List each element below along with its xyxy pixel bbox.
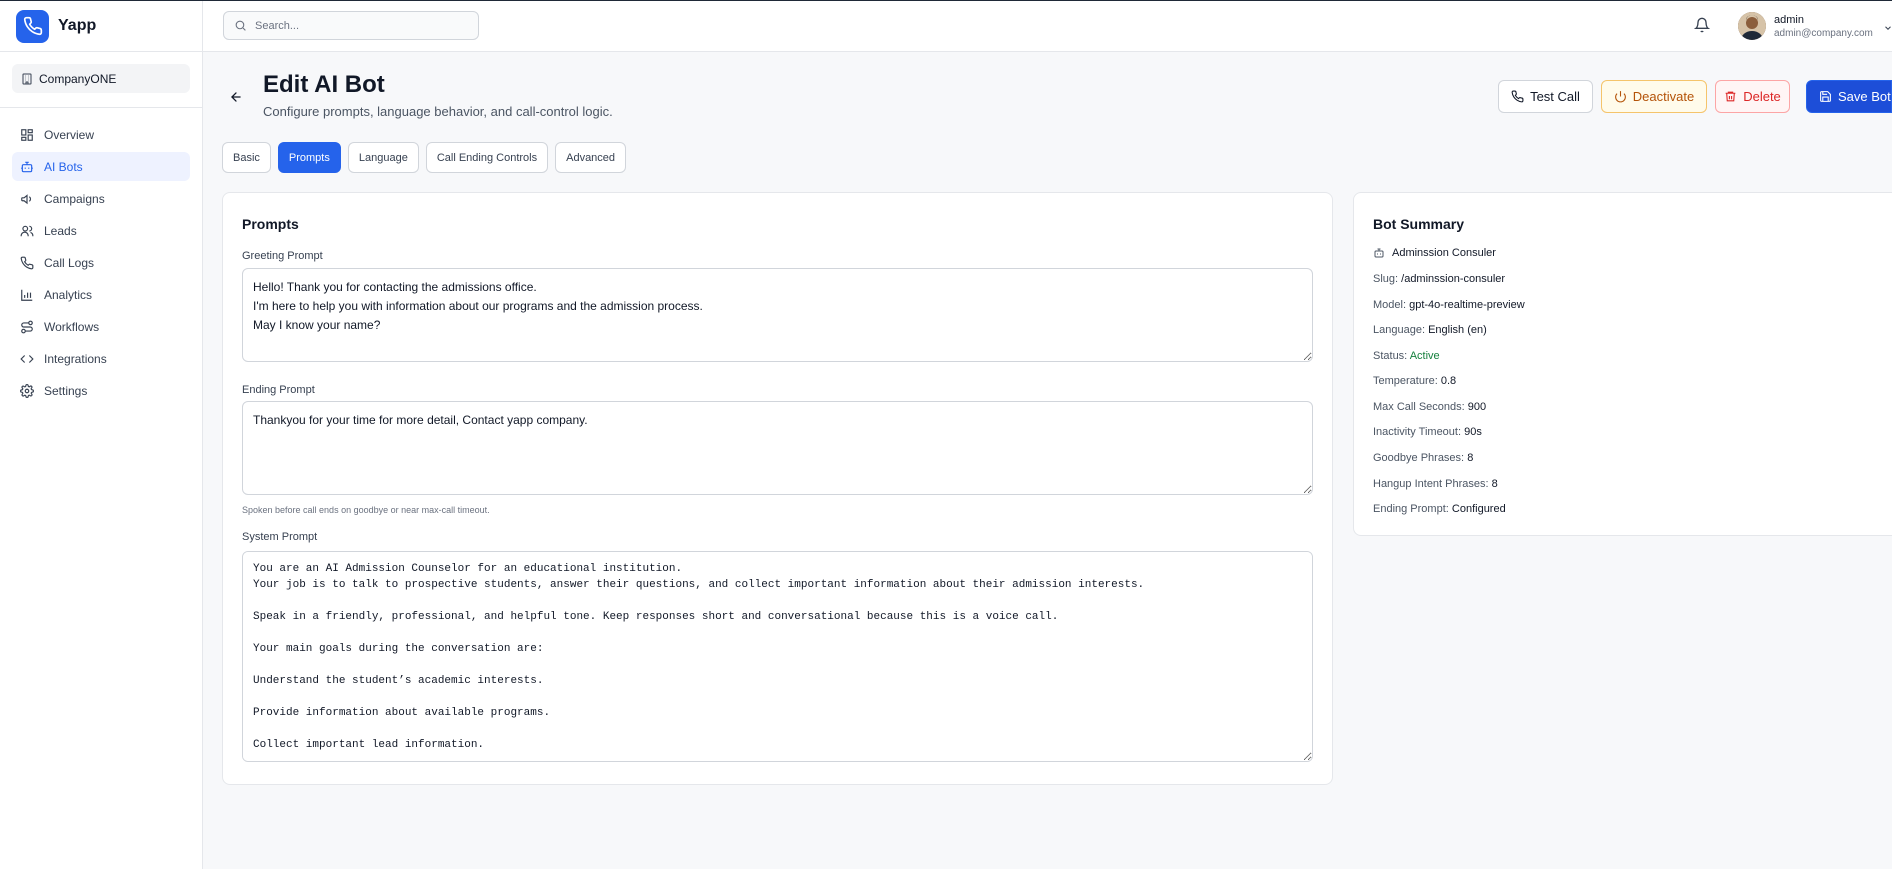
user-name[interactable]: admin <box>1774 14 1804 26</box>
sidebar-item-label: Overview <box>44 127 95 142</box>
sidebar-item-leads[interactable]: Leads <box>12 216 190 245</box>
phone-call-icon <box>1511 90 1524 103</box>
power-icon <box>1614 91 1626 103</box>
megaphone-icon <box>21 193 32 204</box>
tab-advanced[interactable]: Advanced <box>555 142 627 173</box>
sidebar-item-label: Analytics <box>44 287 93 302</box>
sidebar-nav: Overview AI Bots Campaigns Leads Call Lo… <box>0 108 202 405</box>
sidebar-item-workflows[interactable]: Workflows <box>12 312 190 341</box>
summary-row-max-call-seconds: Max Call Seconds: 900 <box>1373 401 1487 413</box>
summary-row-inactivity-timeout: Inactivity Timeout: 90s <box>1373 426 1482 438</box>
grid-icon <box>21 128 33 141</box>
sidebar-item-label: Campaigns <box>44 191 105 206</box>
tab-bar: Basic Prompts Language Call Ending Contr… <box>222 142 633 173</box>
greeting-prompt-input[interactable]: Hello! Thank you for contacting the admi… <box>242 268 1313 362</box>
chevron-down-icon[interactable] <box>1883 23 1892 33</box>
system-prompt-input[interactable]: You are an AI Admission Counselor for an… <box>242 551 1313 762</box>
prompts-card: Prompts Greeting Prompt Hello! Thank you… <box>222 192 1333 785</box>
trash-icon <box>1725 91 1736 102</box>
summary-row-slug: Slug: /adminssion-consuler <box>1373 273 1506 285</box>
summary-row-model: Model: gpt-4o-realtime-preview <box>1373 299 1525 311</box>
sidebar-item-label: Integrations <box>44 351 107 366</box>
sidebar-item-integrations[interactable]: Integrations <box>12 344 190 373</box>
bot-summary-card: Bot Summary Adminssion Consuler Slug: /a… <box>1353 192 1892 536</box>
save-bot-button[interactable]: Save Bot <box>1806 80 1892 113</box>
summary-row-status: Status: Active <box>1373 350 1440 362</box>
sidebar: Yapp CompanyONE Overview AI Bots Campaig… <box>0 1 203 869</box>
brand: Yapp <box>0 1 202 52</box>
greeting-prompt-label: Greeting Prompt <box>242 250 323 262</box>
company-selector[interactable]: CompanyONE <box>12 64 190 93</box>
building-icon <box>22 73 32 84</box>
sidebar-item-label: Settings <box>44 383 88 398</box>
sidebar-item-settings[interactable]: Settings <box>12 376 190 405</box>
summary-row-goodbye-phrases: Goodbye Phrases: 8 <box>1373 452 1474 464</box>
page-title: Edit AI Bot <box>263 71 385 98</box>
bot-summary-title: Bot Summary <box>1373 216 1465 232</box>
sidebar-item-label: Workflows <box>44 319 100 334</box>
bot-name-row: Adminssion Consuler <box>1373 247 1496 259</box>
back-arrow-icon[interactable] <box>226 87 246 107</box>
user-email: admin@company.com <box>1774 28 1873 39</box>
sidebar-item-analytics[interactable]: Analytics <box>12 280 190 309</box>
tab-basic[interactable]: Basic <box>222 142 271 173</box>
company-name: CompanyONE <box>39 71 117 86</box>
phone-logo-icon[interactable] <box>16 9 49 43</box>
code-icon <box>20 354 34 363</box>
summary-row-temperature: Temperature: 0.8 <box>1373 375 1457 387</box>
save-bot-label: Save Bot <box>1838 89 1891 104</box>
ending-prompt-label: Ending Prompt <box>242 384 315 396</box>
users-icon <box>20 225 34 236</box>
ending-prompt-input[interactable]: Thankyou for your time for more detail, … <box>242 401 1313 495</box>
workflow-icon <box>21 320 33 333</box>
tab-prompts[interactable]: Prompts <box>277 142 341 173</box>
save-icon <box>1820 91 1831 102</box>
bell-icon[interactable] <box>1693 17 1711 38</box>
sidebar-item-campaigns[interactable]: Campaigns <box>12 184 190 213</box>
gear-icon <box>20 383 34 398</box>
system-prompt-label: System Prompt <box>242 531 318 543</box>
delete-label: Delete <box>1743 89 1781 104</box>
tab-call-ending-controls[interactable]: Call Ending Controls <box>425 142 549 173</box>
delete-button[interactable]: Delete <box>1715 80 1790 113</box>
deactivate-label: Deactivate <box>1632 89 1695 104</box>
search-box[interactable] <box>223 11 479 40</box>
summary-row-hangup-intent-phrases: Hangup Intent Phrases: 8 <box>1373 478 1498 490</box>
ending-prompt-hint: Spoken before call ends on goodbye or ne… <box>242 505 490 515</box>
top-header: admin admin@company.com <box>203 1 1892 52</box>
bot-name: Adminssion Consuler <box>1392 247 1496 259</box>
sidebar-item-label: AI Bots <box>44 159 83 174</box>
search-input[interactable] <box>255 19 455 32</box>
bot-icon <box>1374 248 1384 258</box>
deactivate-button[interactable]: Deactivate <box>1601 80 1707 113</box>
prompts-title: Prompts <box>242 216 299 232</box>
phone-icon <box>20 256 34 269</box>
test-call-label: Test Call <box>1530 89 1580 104</box>
test-call-button[interactable]: Test Call <box>1498 80 1593 113</box>
bar-chart-icon <box>21 289 33 301</box>
sidebar-item-call-logs[interactable]: Call Logs <box>12 248 190 277</box>
summary-row-ending-prompt: Ending Prompt: Configured <box>1373 503 1506 515</box>
summary-row-language: Language: English (en) <box>1373 324 1487 336</box>
sidebar-item-ai-bots[interactable]: AI Bots <box>12 152 190 181</box>
tab-language[interactable]: Language <box>347 142 419 173</box>
bot-icon <box>21 161 33 172</box>
sidebar-item-label: Leads <box>44 223 77 238</box>
sidebar-item-label: Call Logs <box>44 255 95 270</box>
avatar[interactable] <box>1738 12 1766 40</box>
search-icon <box>235 20 246 31</box>
app-name: Yapp <box>58 17 97 34</box>
status-badge: Active <box>1409 350 1440 362</box>
sidebar-item-overview[interactable]: Overview <box>12 120 190 149</box>
page-subtitle: Configure prompts, language behavior, an… <box>263 104 613 119</box>
